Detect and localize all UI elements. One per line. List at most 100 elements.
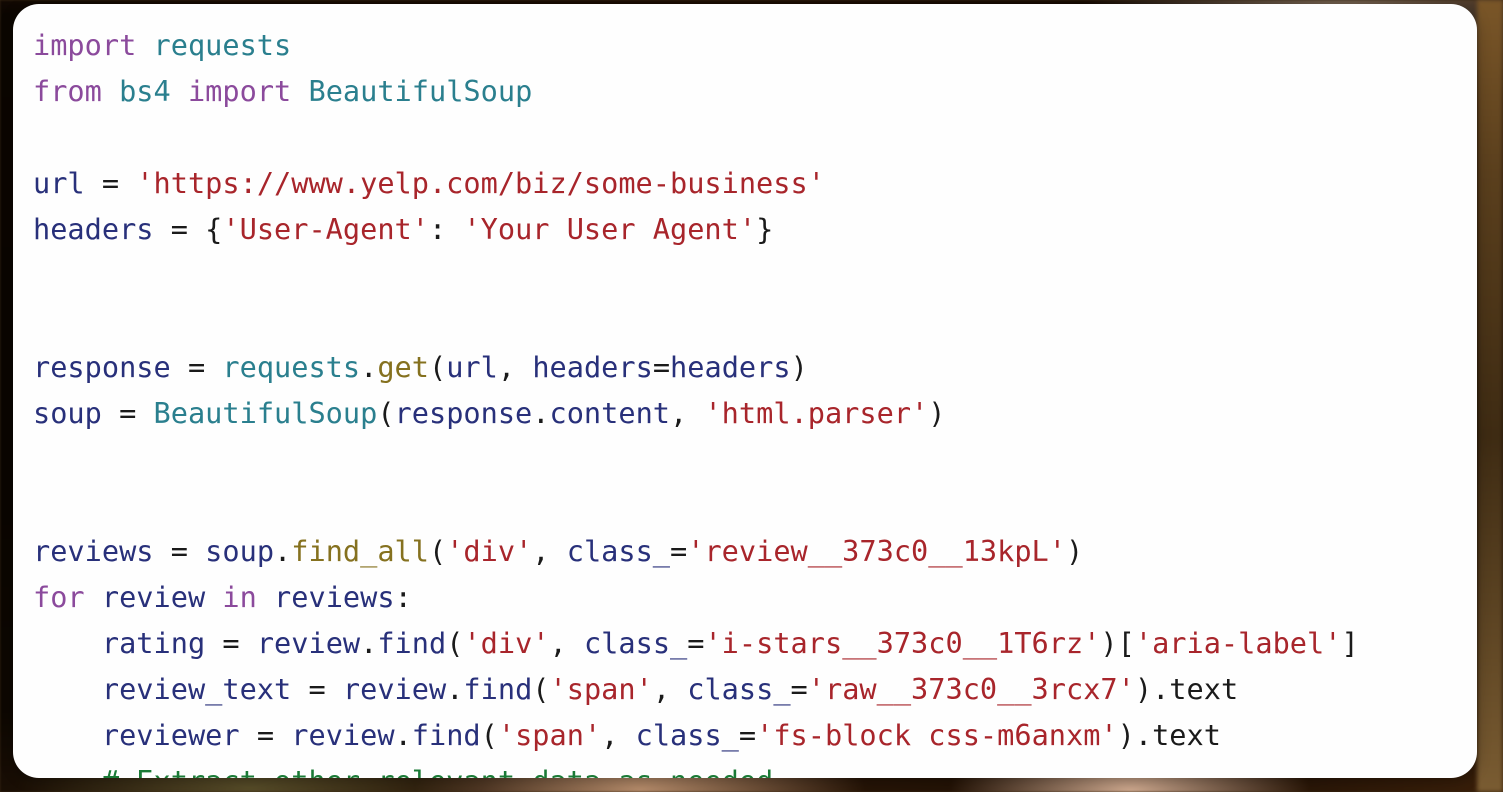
kwarg-class: class_ bbox=[635, 718, 739, 752]
comment-extract-data: # Extract other relevant data as needed bbox=[102, 764, 773, 778]
comma: , bbox=[601, 718, 636, 752]
paren-close: ) bbox=[1134, 672, 1153, 706]
string-div: 'div' bbox=[463, 626, 550, 660]
code-line-6-blank bbox=[33, 252, 1359, 298]
variable-response: response bbox=[394, 396, 533, 430]
module-requests: requests bbox=[153, 28, 292, 62]
equals: = bbox=[687, 626, 705, 660]
paren-close: ) bbox=[1100, 626, 1118, 660]
code-line-12: reviews = soup.find_all('div', class_='r… bbox=[33, 528, 1359, 574]
code-line-9: soup = BeautifulSoup(response.content, '… bbox=[33, 390, 1359, 436]
string-review-class: 'review__373c0__13kpL' bbox=[687, 534, 1066, 568]
variable-review-text: review_text bbox=[101, 672, 292, 706]
kwarg-class: class_ bbox=[687, 672, 791, 706]
equals: = bbox=[790, 672, 808, 706]
keyword-in: in bbox=[222, 580, 257, 614]
variable-soup: soup bbox=[205, 534, 275, 568]
paren-open: ( bbox=[480, 718, 498, 752]
string-aria-label: 'aria-label' bbox=[1134, 626, 1342, 660]
variable-response: response bbox=[33, 350, 171, 384]
attribute-text: .text bbox=[1134, 718, 1221, 752]
code-line-16: reviewer = review.find('span', class_='f… bbox=[33, 712, 1359, 758]
class-beautifulsoup: BeautifulSoup bbox=[308, 74, 533, 108]
kwarg-headers: headers bbox=[532, 350, 653, 384]
assign-operator: = bbox=[205, 626, 257, 660]
paren-close: ) bbox=[1117, 718, 1135, 752]
paren-close: ) bbox=[790, 350, 808, 384]
equals: = bbox=[670, 534, 688, 568]
string-span: 'span' bbox=[549, 672, 653, 706]
variable-reviews: reviews bbox=[33, 534, 154, 568]
method-find-all: find_all bbox=[291, 534, 429, 568]
variable-review: review bbox=[342, 672, 447, 706]
string-html-parser: 'html.parser' bbox=[704, 396, 929, 430]
paren-open: ( bbox=[446, 626, 464, 660]
code-line-10-blank bbox=[33, 436, 1359, 482]
equals: = bbox=[738, 718, 757, 752]
code-line-4: url = 'https://www.yelp.com/biz/some-bus… bbox=[33, 160, 1359, 206]
assign-operator: = bbox=[170, 350, 223, 384]
string-user-agent-value: 'Your User Agent' bbox=[463, 212, 757, 246]
paren-open: ( bbox=[429, 534, 447, 568]
keyword-import: import bbox=[187, 74, 292, 108]
colon: : bbox=[428, 212, 464, 246]
method-find: find bbox=[411, 718, 481, 752]
paren-close: ) bbox=[928, 396, 946, 430]
equals: = bbox=[652, 350, 671, 384]
paren-open: ( bbox=[532, 672, 550, 706]
variable-reviewer: reviewer bbox=[101, 718, 240, 752]
module-bs4: bs4 bbox=[119, 74, 171, 108]
comma: , bbox=[549, 626, 584, 660]
variable-headers: headers bbox=[33, 212, 154, 246]
string-istars-class: 'i-stars__373c0__1T6rz' bbox=[704, 626, 1101, 660]
argument-url: url bbox=[446, 350, 498, 384]
string-fsblock-class: 'fs-block css-m6anxm' bbox=[756, 718, 1118, 752]
variable-review: review bbox=[101, 580, 206, 614]
class-beautifulsoup: BeautifulSoup bbox=[153, 396, 378, 430]
value-headers: headers bbox=[670, 350, 791, 384]
variable-review: review bbox=[256, 626, 361, 660]
python-code-block[interactable]: import requests from bs4 import Beautiful… bbox=[33, 22, 1359, 778]
bracket-open: [ bbox=[1117, 626, 1135, 660]
variable-url: url bbox=[33, 166, 85, 200]
code-snippet-card: import requests from bs4 import Beautiful… bbox=[13, 4, 1477, 778]
dot: . bbox=[360, 350, 378, 384]
brace-open: { bbox=[205, 212, 223, 246]
backdrop-right-edge bbox=[1477, 0, 1503, 792]
string-url-value: 'https://www.yelp.com/biz/some-business' bbox=[136, 166, 825, 200]
keyword-for: for bbox=[33, 580, 85, 614]
string-user-agent-key: 'User-Agent' bbox=[222, 212, 429, 246]
variable-reviews: reviews bbox=[274, 580, 395, 614]
paren-open: ( bbox=[429, 350, 447, 384]
dot: . bbox=[274, 534, 292, 568]
comma: , bbox=[670, 396, 705, 430]
assign-operator: = bbox=[291, 672, 343, 706]
bracket-close: ] bbox=[1341, 626, 1359, 660]
string-span: 'span' bbox=[497, 718, 602, 752]
comma: , bbox=[652, 672, 688, 706]
attribute-content: content bbox=[549, 396, 671, 430]
assign-operator: = bbox=[153, 212, 206, 246]
method-find: find bbox=[463, 672, 533, 706]
comma: , bbox=[532, 534, 567, 568]
module-requests: requests bbox=[222, 350, 361, 384]
comma: , bbox=[497, 350, 533, 384]
keyword-import: import bbox=[33, 28, 137, 62]
code-line-2: from bs4 import BeautifulSoup bbox=[33, 68, 1359, 114]
code-line-1: import requests bbox=[33, 22, 1359, 68]
code-line-5: headers = {'User-Agent': 'Your User Agen… bbox=[33, 206, 1359, 252]
code-line-17: # Extract other relevant data as needed bbox=[33, 758, 1359, 778]
variable-rating: rating bbox=[101, 626, 206, 660]
assign-operator: = bbox=[239, 718, 292, 752]
code-line-8: response = requests.get(url, headers=hea… bbox=[33, 344, 1359, 390]
